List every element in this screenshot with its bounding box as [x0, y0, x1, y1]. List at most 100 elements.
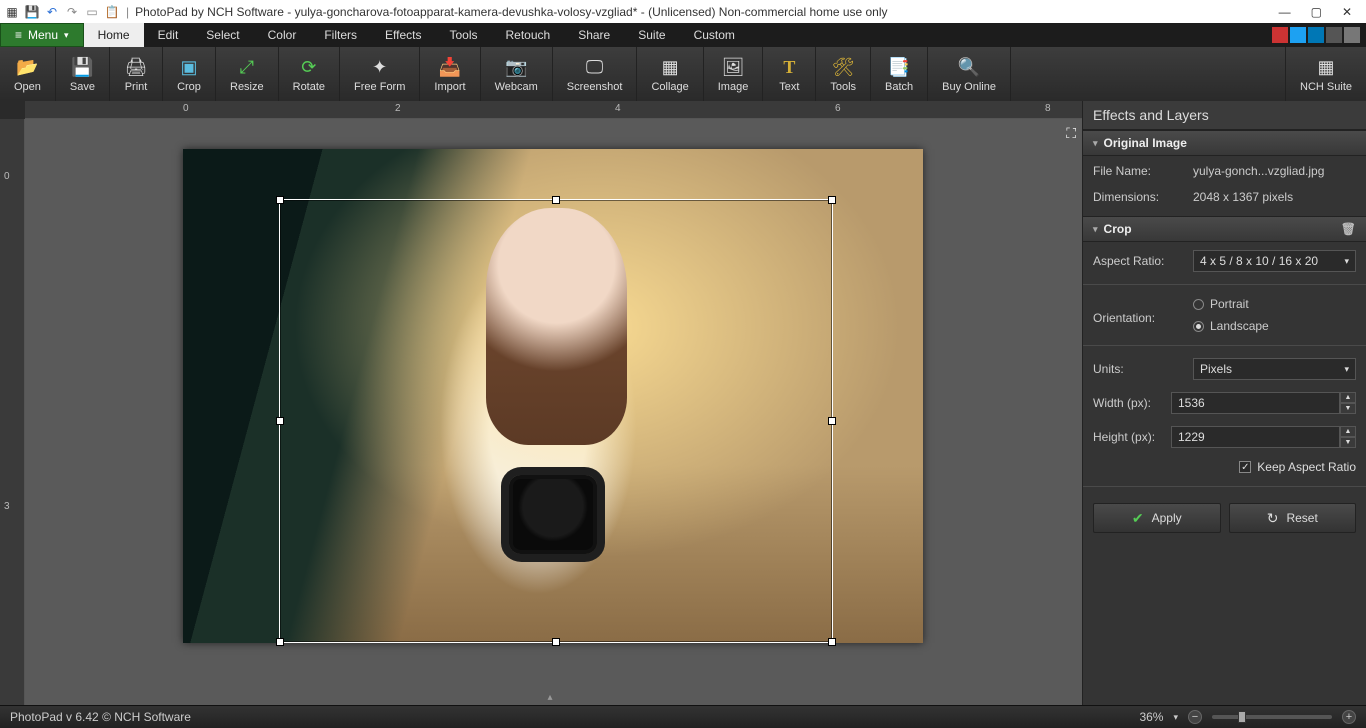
chevron-down-icon: ▾ — [1344, 256, 1349, 267]
buyonline-button[interactable]: 🔍Buy Online — [928, 47, 1011, 101]
trash-icon[interactable]: 🗑 — [1341, 222, 1356, 236]
titlebar: ▦ 💾 ↶ ↷ ▭ 📋 | PhotoPad by NCH Software -… — [0, 0, 1366, 23]
orientation-label: Orientation: — [1093, 297, 1193, 325]
aspect-select[interactable]: 4 x 5 / 8 x 10 / 16 x 20 ▾ — [1193, 250, 1356, 272]
import-button[interactable]: 📥Import — [420, 47, 480, 101]
orientation-portrait[interactable]: Portrait — [1193, 297, 1356, 311]
ruler-vertical: 0 3 — [0, 119, 25, 705]
check-icon: ✓ — [1239, 461, 1251, 473]
height-field[interactable] — [1171, 426, 1340, 448]
crop-handle-ml[interactable] — [276, 417, 284, 425]
crop-rectangle[interactable] — [279, 199, 833, 643]
panel-toggle-handle[interactable]: ▴ — [548, 692, 553, 703]
webcam-button[interactable]: 📷Webcam — [481, 47, 553, 101]
rotate-button[interactable]: ⟳Rotate — [279, 47, 340, 101]
freeform-button[interactable]: ✦Free Form — [340, 47, 420, 101]
crop-handle-bl[interactable] — [276, 638, 284, 646]
zoom-thumb[interactable] — [1238, 711, 1246, 723]
spin-down-icon[interactable]: ▼ — [1340, 437, 1356, 448]
zoom-in-button[interactable]: + — [1342, 710, 1356, 724]
tab-select[interactable]: Select — [192, 23, 253, 47]
toolbar: 📂Open 💾Save 🖨Print ▣Crop ⤢Resize ⟳Rotate… — [0, 47, 1366, 101]
radio-icon — [1193, 299, 1204, 310]
tab-color[interactable]: Color — [254, 23, 311, 47]
crop-handle-tr[interactable] — [828, 196, 836, 204]
apply-button[interactable]: ✔ Apply — [1093, 503, 1221, 533]
keep-ratio-checkbox[interactable]: ✓ Keep Aspect Ratio — [1239, 460, 1356, 474]
tab-retouch[interactable]: Retouch — [491, 23, 564, 47]
tab-edit[interactable]: Edit — [144, 23, 193, 47]
height-input[interactable]: ▲▼ — [1171, 426, 1356, 448]
crop-icon: ▣ — [177, 55, 201, 79]
divider — [1083, 486, 1366, 487]
fullscreen-icon[interactable]: ⛶ — [1066, 125, 1076, 142]
section-crop-header[interactable]: ▾ Crop 🗑 — [1083, 216, 1366, 242]
zoom-slider[interactable] — [1212, 715, 1332, 719]
close-button[interactable]: ✕ — [1342, 5, 1352, 19]
tab-custom[interactable]: Custom — [680, 23, 749, 47]
open-icon: 📂 — [15, 55, 39, 79]
section-original-title: Original Image — [1104, 136, 1187, 150]
section-crop-title: Crop — [1104, 222, 1132, 236]
paste-icon[interactable]: 📋 — [104, 4, 120, 20]
spin-up-icon[interactable]: ▲ — [1340, 426, 1356, 437]
license-text: (Unlicensed) Non-commercial home use onl… — [648, 5, 887, 19]
tab-share[interactable]: Share — [564, 23, 624, 47]
freeform-icon: ✦ — [368, 55, 392, 79]
twitter-icon[interactable] — [1308, 27, 1324, 43]
width-field[interactable] — [1171, 392, 1340, 414]
help-icon[interactable] — [1344, 27, 1360, 43]
crop-handle-bm[interactable] — [552, 638, 560, 646]
open-button[interactable]: 📂Open — [0, 47, 56, 101]
new-icon[interactable]: ▭ — [84, 4, 100, 20]
import-icon: 📥 — [438, 55, 462, 79]
batch-icon: 📑 — [887, 55, 911, 79]
titlebar-separator: | — [126, 5, 129, 19]
orientation-landscape[interactable]: Landscape — [1193, 319, 1356, 333]
tab-filters[interactable]: Filters — [310, 23, 371, 47]
tab-home[interactable]: Home — [84, 23, 144, 47]
like-icon[interactable] — [1272, 27, 1288, 43]
tab-tools[interactable]: Tools — [435, 23, 491, 47]
tools-button[interactable]: 🛠Tools — [816, 47, 871, 101]
width-input[interactable]: ▲▼ — [1171, 392, 1356, 414]
crop-handle-br[interactable] — [828, 638, 836, 646]
crop-handle-mr[interactable] — [828, 417, 836, 425]
facebook-icon[interactable] — [1290, 27, 1306, 43]
collage-button[interactable]: ▦Collage — [637, 47, 703, 101]
crop-handle-tl[interactable] — [276, 196, 284, 204]
tab-effects[interactable]: Effects — [371, 23, 435, 47]
minimize-button[interactable]: — — [1279, 5, 1291, 19]
redo-icon[interactable]: ↷ — [64, 4, 80, 20]
image-button[interactable]: 🖼Image — [704, 47, 764, 101]
spin-up-icon[interactable]: ▲ — [1340, 392, 1356, 403]
print-button[interactable]: 🖨Print — [110, 47, 163, 101]
menubar: ≡ Menu ▾ Home Edit Select Color Filters … — [0, 23, 1366, 47]
units-select[interactable]: Pixels ▾ — [1193, 358, 1356, 380]
menu-button[interactable]: ≡ Menu ▾ — [0, 23, 84, 47]
maximize-button[interactable]: ▢ — [1311, 5, 1322, 19]
screenshot-button[interactable]: 🖵Screenshot — [553, 47, 638, 101]
undo-icon[interactable]: ↶ — [44, 4, 60, 20]
spin-down-icon[interactable]: ▼ — [1340, 403, 1356, 414]
reset-button[interactable]: ↻ Reset — [1229, 503, 1357, 533]
section-original-header[interactable]: ▾ Original Image — [1083, 130, 1366, 156]
resize-button[interactable]: ⤢Resize — [216, 47, 279, 101]
text-button[interactable]: TText — [763, 47, 816, 101]
save-icon[interactable]: 💾 — [24, 4, 40, 20]
section-crop-body: Aspect Ratio: 4 x 5 / 8 x 10 / 16 x 20 ▾… — [1083, 242, 1366, 545]
zoom-dropdown-icon[interactable]: ▾ — [1173, 712, 1178, 723]
reset-icon: ↻ — [1267, 510, 1279, 527]
tab-suite[interactable]: Suite — [624, 23, 679, 47]
text-icon: T — [777, 55, 801, 79]
save-button[interactable]: 💾Save — [56, 47, 110, 101]
chevron-down-icon: ▾ — [64, 30, 69, 41]
nchsuite-button[interactable]: ▦NCH Suite — [1285, 47, 1366, 101]
crop-button[interactable]: ▣Crop — [163, 47, 216, 101]
check-icon: ✔ — [1132, 510, 1144, 527]
crop-handle-tm[interactable] — [552, 196, 560, 204]
batch-button[interactable]: 📑Batch — [871, 47, 928, 101]
zoom-out-button[interactable]: − — [1188, 710, 1202, 724]
linkedin-icon[interactable] — [1326, 27, 1342, 43]
canvas[interactable]: ⛶ ▴ — [25, 119, 1082, 705]
